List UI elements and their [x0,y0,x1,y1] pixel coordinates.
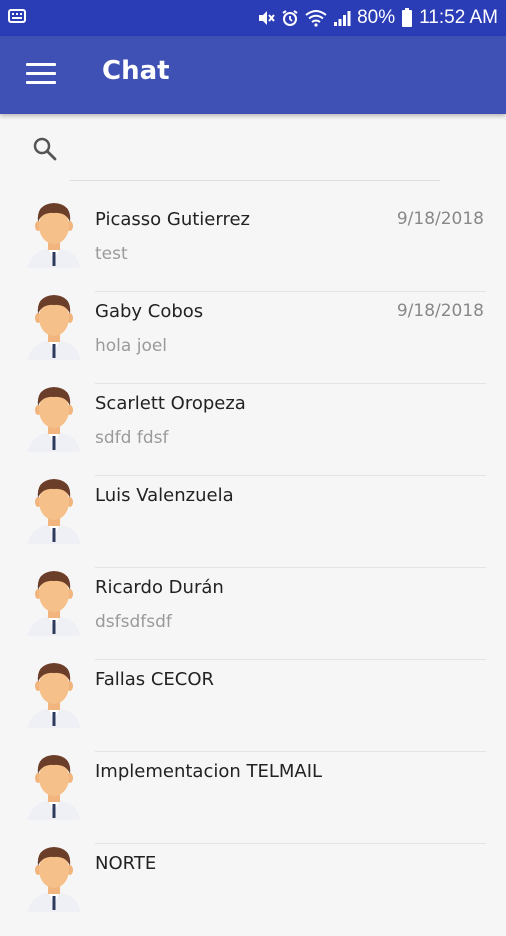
clock: 11:52 AM [419,7,498,28]
search-icon[interactable] [32,136,58,162]
chat-name: Fallas CECOR [95,669,215,690]
signal-icon [334,11,351,26]
avatar [28,755,80,820]
app-bar: Chat [0,36,506,114]
menu-icon[interactable] [26,63,56,87]
search-bar[interactable] [0,114,506,182]
battery-icon [402,8,413,27]
wifi-icon [305,10,327,27]
chat-name: Scarlett Oropeza [95,393,246,414]
chat-row[interactable]: Luis Valenzuela [0,476,506,568]
avatar [28,847,80,912]
avatar [28,295,80,360]
avatar [28,387,80,452]
chat-date: 9/18/2018 [396,209,484,229]
alarm-icon [282,10,298,26]
chat-name: Luis Valenzuela [95,485,234,506]
chat-row[interactable]: Fallas CECOR [0,660,506,752]
chat-row[interactable]: Scarlett Oropeza sdfd fdsf [0,384,506,476]
chat-row[interactable]: Gaby Cobos hola joel 9/18/2018 [0,292,506,384]
status-bar: 80% 11:52 AM [0,0,506,36]
chat-date: 9/18/2018 [396,301,484,321]
chat-last-message: sdfd fdsf [95,428,169,448]
avatar [28,203,80,268]
chat-last-message: test [95,244,128,264]
chat-last-message: dsfsdfsdf [95,612,172,632]
chat-list: Picasso Gutierrez test 9/18/2018 Gaby Co… [0,200,506,936]
chat-row[interactable]: NORTE [0,844,506,936]
chat-name: Gaby Cobos [95,301,204,322]
avatar [28,479,80,544]
chat-name: Picasso Gutierrez [95,209,250,230]
battery-percent: 80% [357,7,396,28]
page-title: Chat [102,56,170,86]
search-input-underline [70,180,440,181]
chat-last-message: hola joel [95,336,168,356]
notification-icon [8,9,26,23]
chat-name: Implementacion TELMAIL [95,761,323,782]
chat-name: NORTE [95,853,157,874]
chat-row[interactable]: Picasso Gutierrez test 9/18/2018 [0,200,506,292]
avatar [28,663,80,728]
chat-row[interactable]: Ricardo Durán dsfsdfsdf [0,568,506,660]
chat-name: Ricardo Durán [95,577,224,598]
chat-row[interactable]: Implementacion TELMAIL [0,752,506,844]
mute-icon [259,11,275,25]
avatar [28,571,80,636]
